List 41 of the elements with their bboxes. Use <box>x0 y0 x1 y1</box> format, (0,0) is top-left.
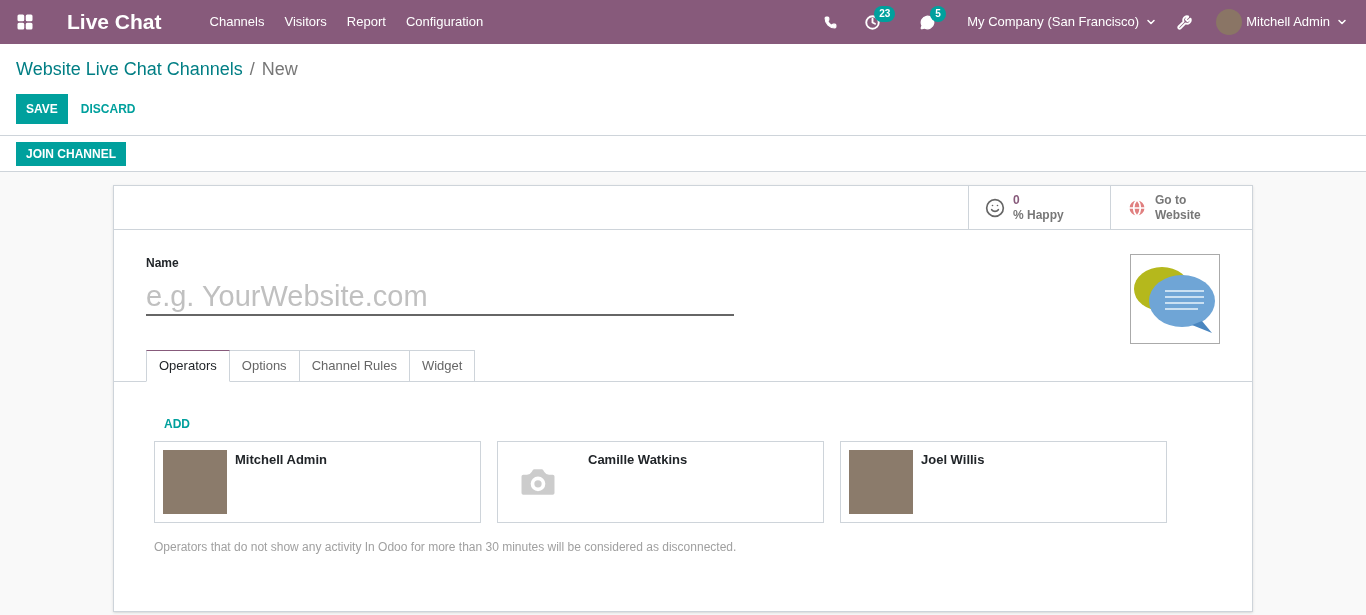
channel-image[interactable] <box>1130 254 1220 344</box>
breadcrumb-separator: / <box>249 58 255 81</box>
photo-placeholder <box>163 450 227 514</box>
phone-icon[interactable] <box>824 15 838 29</box>
message-count-badge: 5 <box>930 5 946 22</box>
operator-card[interactable]: Joel Willis <box>840 441 1167 523</box>
messages-icon[interactable] <box>920 14 936 30</box>
app-name: Live Chat <box>67 9 162 36</box>
tools-icon[interactable] <box>1177 14 1193 30</box>
globe-icon <box>1127 197 1147 218</box>
breadcrumb-current: New <box>261 58 298 81</box>
name-label: Name <box>146 255 180 272</box>
name-input[interactable]: e.g. YourWebsite.com <box>146 280 734 316</box>
menu-item[interactable]: Report <box>346 12 386 32</box>
happy-rating-button[interactable]: 0 % Happy <box>968 186 1110 229</box>
save-button[interactable]: SAVE <box>16 94 68 124</box>
go-to-website-button[interactable]: Go to Website <box>1110 186 1252 229</box>
user-menu[interactable]: Mitchell Admin <box>1246 12 1348 32</box>
photo-placeholder <box>849 450 913 514</box>
form-tab[interactable]: Options <box>229 350 300 382</box>
menu-item[interactable]: Configuration <box>405 12 484 32</box>
operator-name: Camille Watkins <box>588 451 688 469</box>
breadcrumb-link[interactable]: Website Live Chat Channels <box>16 56 243 83</box>
operator-name: Mitchell Admin <box>235 451 327 469</box>
company-switcher[interactable]: My Company (San Francisco) <box>967 12 1158 32</box>
menu-item[interactable]: Channels <box>209 12 265 32</box>
help-text: Operators that do not show any activity In Odoo for more than 30 minutes will be considered as disconnected. <box>154 539 738 556</box>
form-tab[interactable]: Operators <box>146 350 230 382</box>
operator-card[interactable]: Camille Watkins <box>497 441 824 523</box>
operator-card[interactable]: Mitchell Admin <box>154 441 481 523</box>
apps-menu-icon[interactable] <box>16 13 34 31</box>
add-operator-link[interactable]: ADD <box>164 415 190 433</box>
operator-name: Joel Willis <box>921 451 985 469</box>
activity-count-badge: 23 <box>874 5 896 22</box>
discard-button[interactable]: DISCARD <box>80 100 136 118</box>
form-tab[interactable]: Channel Rules <box>299 350 410 382</box>
form-tab[interactable]: Widget <box>409 350 476 382</box>
menu-item[interactable]: Visitors <box>284 12 327 32</box>
join-channel-button[interactable]: JOIN CHANNEL <box>16 142 126 166</box>
smiley-icon <box>985 197 1005 218</box>
activity-icon[interactable] <box>865 14 881 30</box>
